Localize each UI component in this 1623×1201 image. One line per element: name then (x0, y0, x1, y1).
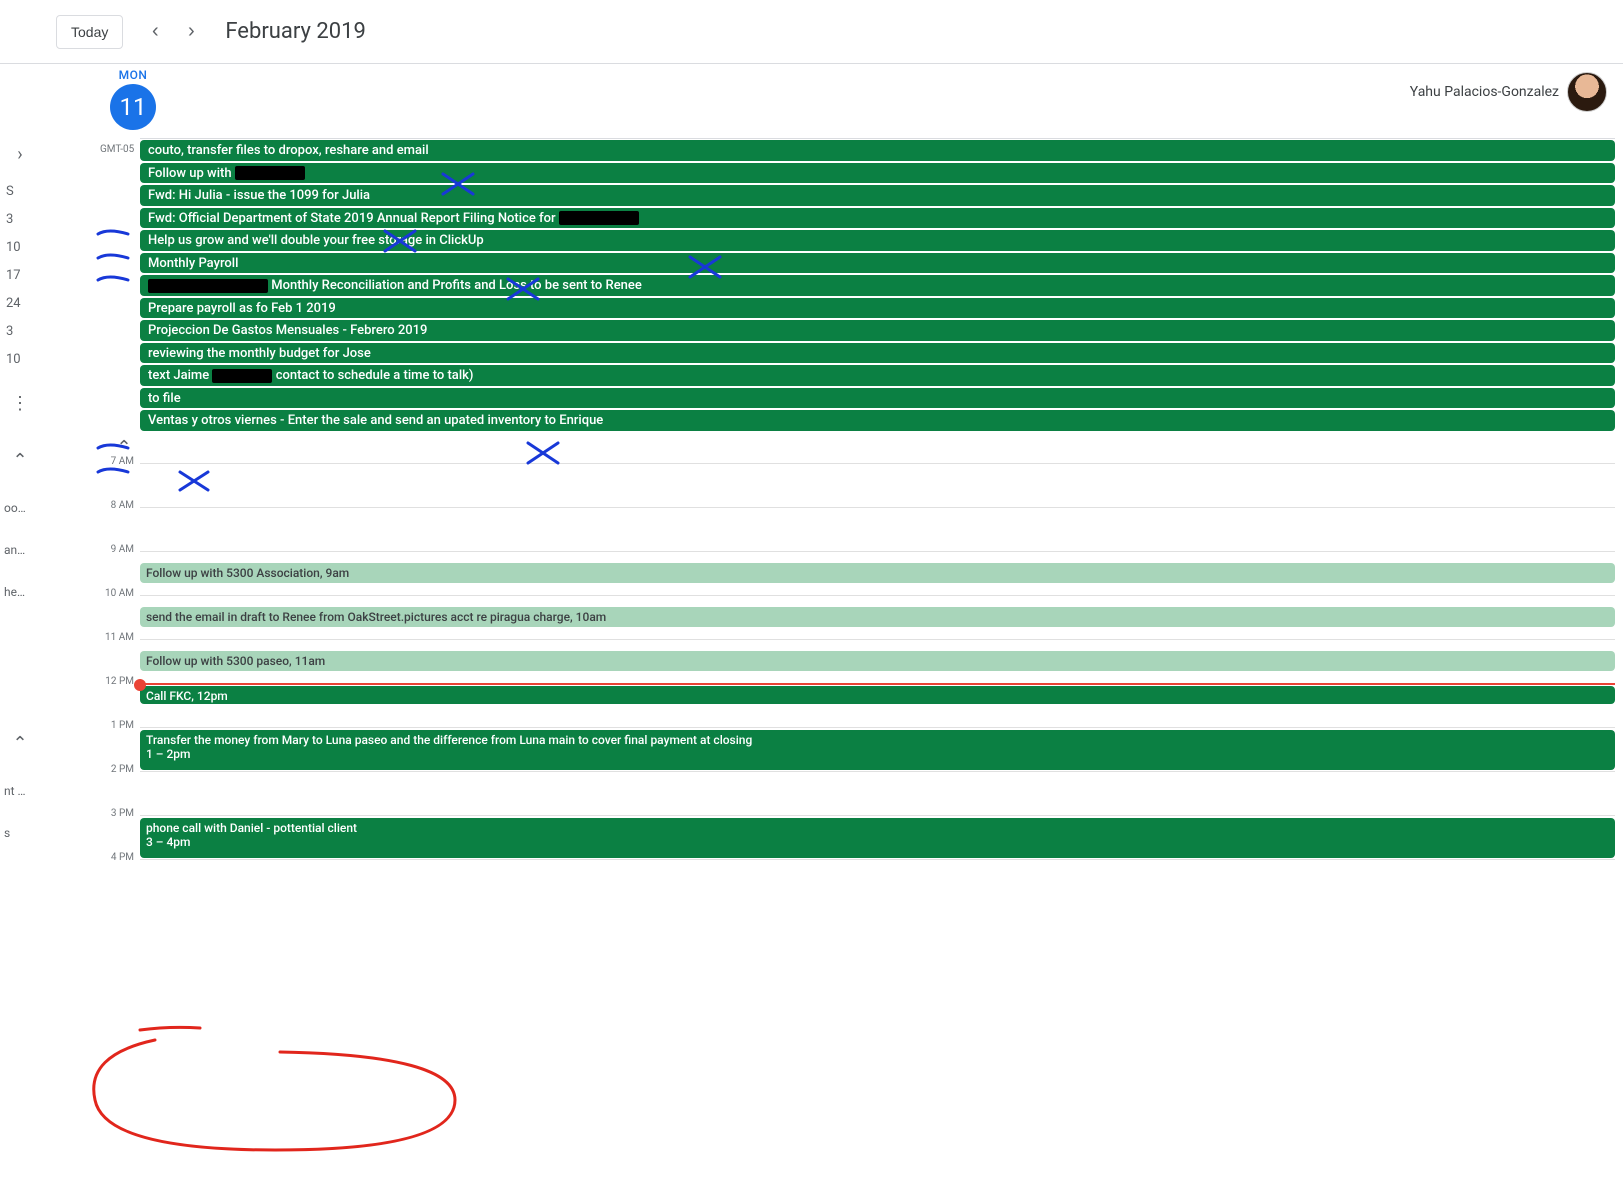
hour-label: 3 PM (94, 808, 134, 819)
allday-event[interactable]: Help us grow and we'll double your free … (140, 230, 1615, 251)
calendar-owner: Yahu Palacios-Gonzalez (1410, 72, 1607, 112)
day-number: 11 (110, 84, 156, 130)
redacted-text (148, 279, 268, 293)
mini-cal-row[interactable]: 3 (0, 317, 40, 345)
hour-label: 8 AM (94, 500, 134, 511)
hour-row[interactable]: 8 AM (140, 507, 1615, 551)
event-9am[interactable]: Follow up with 5300 Association, 9am (140, 563, 1615, 583)
next-button[interactable]: › (175, 16, 207, 48)
allday-zone: couto, transfer files to dropox, reshare… (140, 138, 1615, 431)
calendar-label-truncated[interactable]: he… (0, 585, 40, 599)
current-time-indicator (140, 683, 1615, 685)
hour-row[interactable]: 4 PM (140, 859, 1615, 903)
mini-cal-row[interactable]: 10 (0, 345, 40, 373)
hour-row[interactable]: 9 AM Follow up with 5300 Association, 9a… (140, 551, 1615, 595)
chevron-right-icon: › (188, 20, 195, 43)
allday-event[interactable]: reviewing the monthly budget for Jose (140, 343, 1615, 364)
day-column-header[interactable]: MON 11 (100, 64, 166, 138)
chevron-left-icon: ‹ (152, 20, 159, 43)
hour-row[interactable]: 1 PM Transfer the money from Mary to Lun… (140, 727, 1615, 771)
allday-event[interactable]: text Jaime contact to schedule a time to… (140, 365, 1615, 386)
now-dot-icon (134, 679, 146, 691)
mini-cal-row[interactable]: 24 (0, 289, 40, 317)
hour-label: 12 PM (94, 676, 134, 687)
allday-event[interactable]: Projeccion De Gastos Mensuales - Febrero… (140, 320, 1615, 341)
hour-label: 4 PM (94, 852, 134, 863)
hour-label: 7 AM (94, 456, 134, 467)
hour-label: 10 AM (94, 588, 134, 599)
more-icon[interactable]: ⋮ (11, 393, 29, 414)
mini-cal-row[interactable]: 10 (0, 233, 40, 261)
event-12pm[interactable]: Call FKC, 12pm (140, 686, 1615, 704)
month-title: February 2019 (225, 19, 365, 44)
avatar[interactable] (1567, 72, 1607, 112)
event-10am[interactable]: send the email in draft to Renee from Oa… (140, 607, 1615, 627)
nav-arrows: ‹ › (139, 16, 207, 48)
redacted-text (559, 211, 639, 225)
hour-label: 2 PM (94, 764, 134, 775)
hour-label: 9 AM (94, 544, 134, 555)
owner-name: Yahu Palacios-Gonzalez (1410, 84, 1559, 100)
today-button[interactable]: Today (56, 15, 123, 49)
weekday-label: MON (100, 68, 166, 82)
hour-label: 11 AM (94, 632, 134, 643)
event-1pm[interactable]: Transfer the money from Mary to Luna pas… (140, 730, 1615, 770)
hour-row[interactable]: 2 PM (140, 771, 1615, 815)
time-grid: 7 AM 8 AM 9 AM Follow up with 5300 Assoc… (40, 463, 1623, 903)
hour-row[interactable]: 3 PM phone call with Daniel - pottential… (140, 815, 1615, 859)
event-11am[interactable]: Follow up with 5300 paseo, 11am (140, 651, 1615, 671)
prev-button[interactable]: ‹ (139, 16, 171, 48)
calendar-label-truncated[interactable]: s (0, 826, 40, 840)
allday-event[interactable]: Follow up with (140, 163, 1615, 184)
calendar-label-truncated[interactable]: oo… (0, 501, 40, 515)
allday-event[interactable]: couto, transfer files to dropox, reshare… (140, 140, 1615, 161)
timezone-label: GMT-05 (100, 144, 134, 155)
hour-row[interactable]: 10 AM send the email in draft to Renee f… (140, 595, 1615, 639)
day-header: MON 11 Yahu Palacios-Gonzalez (40, 64, 1623, 138)
mini-cal-row[interactable]: 17 (0, 261, 40, 289)
hour-label: 1 PM (94, 720, 134, 731)
hour-row[interactable]: 7 AM (140, 463, 1615, 507)
mini-cal-row[interactable]: 3 (0, 205, 40, 233)
hour-row[interactable]: 12 PM Call FKC, 12pm (140, 683, 1615, 727)
calendar-label-truncated[interactable]: nt … (0, 784, 40, 798)
redacted-text (235, 166, 305, 180)
calendar-label-truncated[interactable]: an… (0, 543, 40, 557)
chevron-right-icon[interactable]: › (17, 144, 22, 165)
left-sidebar: › S 3 10 17 24 3 10 ⋮ ⌃ oo… an… he… ⌃ nt… (0, 64, 40, 1201)
mini-cal-row[interactable]: S (0, 177, 40, 205)
redacted-text (212, 369, 272, 383)
allday-event[interactable]: Monthly Reconciliation and Profits and L… (140, 275, 1615, 296)
chevron-up-icon[interactable]: ⌃ (12, 450, 27, 471)
event-3pm[interactable]: phone call with Daniel - pottential clie… (140, 818, 1615, 858)
calendar-main: MON 11 Yahu Palacios-Gonzalez GMT-05 cou… (40, 64, 1623, 1201)
hour-row[interactable]: 11 AM Follow up with 5300 paseo, 11am (140, 639, 1615, 683)
allday-event[interactable]: Fwd: Official Department of State 2019 A… (140, 208, 1615, 229)
allday-collapse-row: ⌃ (40, 433, 1623, 463)
allday-event[interactable]: to file (140, 388, 1615, 409)
allday-event[interactable]: Monthly Payroll (140, 253, 1615, 274)
allday-event[interactable]: Prepare payroll as fo Feb 1 2019 (140, 298, 1615, 319)
top-bar: Today ‹ › February 2019 (0, 0, 1623, 64)
allday-event[interactable]: Ventas y otros viernes - Enter the sale … (140, 410, 1615, 431)
allday-event[interactable]: Fwd: Hi Julia - issue the 1099 for Julia (140, 185, 1615, 206)
chevron-up-icon[interactable]: ⌃ (12, 733, 27, 754)
